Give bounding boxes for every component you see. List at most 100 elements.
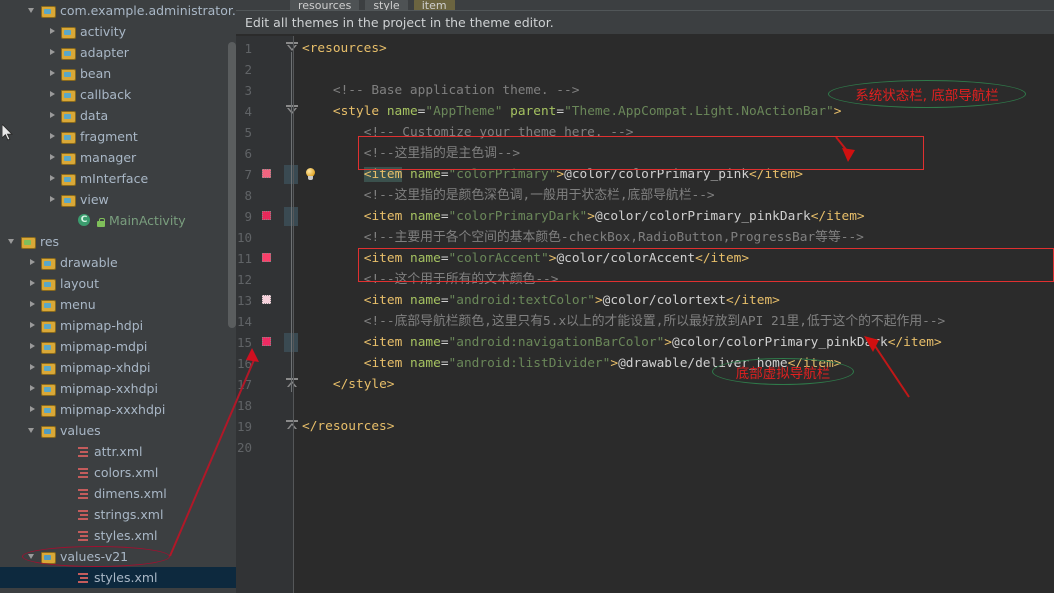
tree-item-view[interactable]: view <box>0 189 236 210</box>
chevron-right-icon[interactable] <box>48 90 57 99</box>
tree-item-mipmap-xxxhdpi[interactable]: mipmap-xxxhdpi <box>0 399 236 420</box>
chevron-right-icon[interactable] <box>48 111 57 120</box>
line-number: 19 <box>236 419 252 434</box>
breadcrumb-style[interactable]: style <box>365 0 408 10</box>
intention-bulb-icon[interactable] <box>304 168 317 181</box>
tree-item-label: mipmap-xhdpi <box>60 360 151 375</box>
chevron-down-icon[interactable] <box>8 237 17 246</box>
tree-item-values[interactable]: values <box>0 420 236 441</box>
android-studio-window: com.example.administrator.m activity adapt… <box>0 0 1054 593</box>
breadcrumb[interactable]: resources style item <box>236 0 1054 10</box>
code-token: <item <box>363 293 403 308</box>
chevron-right-icon[interactable] <box>48 195 57 204</box>
editor-gutter[interactable]: 1 2 3 4 5 6 7 8 9 10 11 12 13 14 15 16 17 18 19 20 <box>236 36 298 593</box>
chevron-right-icon[interactable] <box>28 300 37 309</box>
theme-editor-notification-bar[interactable]: Edit all themes in the project in the th… <box>236 10 1054 35</box>
code-line[interactable]: <!-- Base application theme. --> <box>333 80 580 101</box>
xml-file-icon <box>77 572 89 584</box>
tree-item-com-example-administrator-m[interactable]: com.example.administrator.m <box>0 0 236 21</box>
line-number: 9 <box>244 209 252 224</box>
chevron-right-icon[interactable] <box>48 48 57 57</box>
tree-item-data[interactable]: data <box>0 105 236 126</box>
code-line[interactable]: <item name="android:navigationBarColor">… <box>364 332 942 353</box>
code-line[interactable]: <!--底部导航栏颜色,这里只有5.x以上的才能设置,所以最好放到API 21里… <box>364 311 945 332</box>
code-line[interactable]: <resources> <box>302 38 387 59</box>
tree-item-activity[interactable]: activity <box>0 21 236 42</box>
line-number: 3 <box>244 83 252 98</box>
tree-item-styles-xml[interactable]: styles.xml <box>0 525 236 546</box>
tree-item-bean[interactable]: bean <box>0 63 236 84</box>
project-tree-panel[interactable]: com.example.administrator.m activity adapt… <box>0 0 236 593</box>
tree-item-strings-xml[interactable]: strings.xml <box>0 504 236 525</box>
chevron-right-icon[interactable] <box>48 132 57 141</box>
code-line[interactable]: <style name="AppTheme" parent="Theme.App… <box>333 101 842 122</box>
code-line[interactable]: <!--这里指的是颜色深色调,一般用于状态栏,底部导航栏--> <box>364 185 715 206</box>
color-preview-swatch[interactable] <box>262 295 271 304</box>
chevron-right-icon[interactable] <box>28 279 37 288</box>
project-tree-list[interactable]: com.example.administrator.m activity adapt… <box>0 0 236 588</box>
breadcrumb-item[interactable]: item <box>413 0 455 10</box>
chevron-right-icon[interactable] <box>28 384 37 393</box>
sidebar-scrollbar-track[interactable] <box>228 0 236 593</box>
tree-item-mipmap-xxhdpi[interactable]: mipmap-xxhdpi <box>0 378 236 399</box>
code-token: </item> <box>725 293 780 308</box>
tree-item-res[interactable]: res <box>0 231 236 252</box>
sidebar-scrollbar-thumb[interactable] <box>228 42 236 328</box>
code-token: @color/colortext <box>602 293 726 308</box>
line-number: 6 <box>244 146 252 161</box>
code-token: "android:textColor" <box>448 293 595 308</box>
tree-item-colors-xml[interactable]: colors.xml <box>0 462 236 483</box>
tree-item-label: menu <box>60 297 96 312</box>
tree-item-dimens-xml[interactable]: dimens.xml <box>0 483 236 504</box>
chevron-right-icon[interactable] <box>28 342 37 351</box>
chevron-right-icon[interactable] <box>28 321 37 330</box>
tree-item-menu[interactable]: menu <box>0 294 236 315</box>
tree-item-layout[interactable]: layout <box>0 273 236 294</box>
code-editor[interactable]: 1 2 3 4 5 6 7 8 9 10 11 12 13 14 15 16 17 18 19 20 <resourc… <box>236 36 1054 593</box>
tree-item-callback[interactable]: callback <box>0 84 236 105</box>
tree-item-fragment[interactable]: fragment <box>0 126 236 147</box>
tree-item-drawable[interactable]: drawable <box>0 252 236 273</box>
color-preview-swatch[interactable] <box>262 169 271 178</box>
tree-item-mipmap-mdpi[interactable]: mipmap-mdpi <box>0 336 236 357</box>
folder-icon <box>61 26 76 39</box>
chevron-right-icon[interactable] <box>28 258 37 267</box>
chevron-right-icon[interactable] <box>48 69 57 78</box>
chevron-down-icon[interactable] <box>28 426 37 435</box>
tree-item-mipmap-xhdpi[interactable]: mipmap-xhdpi <box>0 357 236 378</box>
tree-item-attr-xml[interactable]: attr.xml <box>0 441 236 462</box>
code-token: @color/colorPrimary_pinkDark <box>672 335 888 350</box>
chevron-down-icon[interactable] <box>28 6 37 15</box>
tree-item-mipmap-hdpi[interactable]: mipmap-hdpi <box>0 315 236 336</box>
tree-item-minterface[interactable]: mInterface <box>0 168 236 189</box>
color-preview-swatch[interactable] <box>262 211 271 220</box>
code-line[interactable]: <item name="colorPrimaryDark">@color/col… <box>364 206 865 227</box>
tree-item-adapter[interactable]: adapter <box>0 42 236 63</box>
code-line[interactable]: </style> <box>333 374 395 395</box>
chevron-right-icon[interactable] <box>48 174 57 183</box>
tree-item-manager[interactable]: manager <box>0 147 236 168</box>
color-preview-swatch[interactable] <box>262 337 271 346</box>
chevron-right-icon[interactable] <box>28 405 37 414</box>
code-line[interactable]: <!--主要用于各个空间的基本颜色-checkBox,RadioButton,P… <box>364 227 864 248</box>
code-line[interactable]: <item name="android:textColor">@color/co… <box>364 290 780 311</box>
tree-item-styles-xml[interactable]: styles.xml <box>0 567 236 588</box>
chevron-right-icon[interactable] <box>48 27 57 36</box>
code-token: name <box>386 104 418 119</box>
code-line[interactable]: </resources> <box>302 416 394 437</box>
tree-item-label: MainActivity <box>109 213 186 228</box>
line-number: 17 <box>236 377 252 392</box>
code-text[interactable]: <resources> <!-- Base application theme. … <box>294 36 1054 593</box>
code-token: "android:navigationBarColor" <box>448 335 665 350</box>
code-token: "colorPrimaryDark" <box>448 209 588 224</box>
color-preview-swatch[interactable] <box>262 253 271 262</box>
code-token: </item> <box>810 209 865 224</box>
tree-item-mainactivity[interactable]: MainActivity <box>0 210 236 231</box>
tree-item-label: adapter <box>80 45 129 60</box>
chevron-right-icon[interactable] <box>48 153 57 162</box>
chevron-right-icon[interactable] <box>28 363 37 372</box>
breadcrumb-resources[interactable]: resources <box>290 0 360 10</box>
code-token: name <box>410 209 441 224</box>
